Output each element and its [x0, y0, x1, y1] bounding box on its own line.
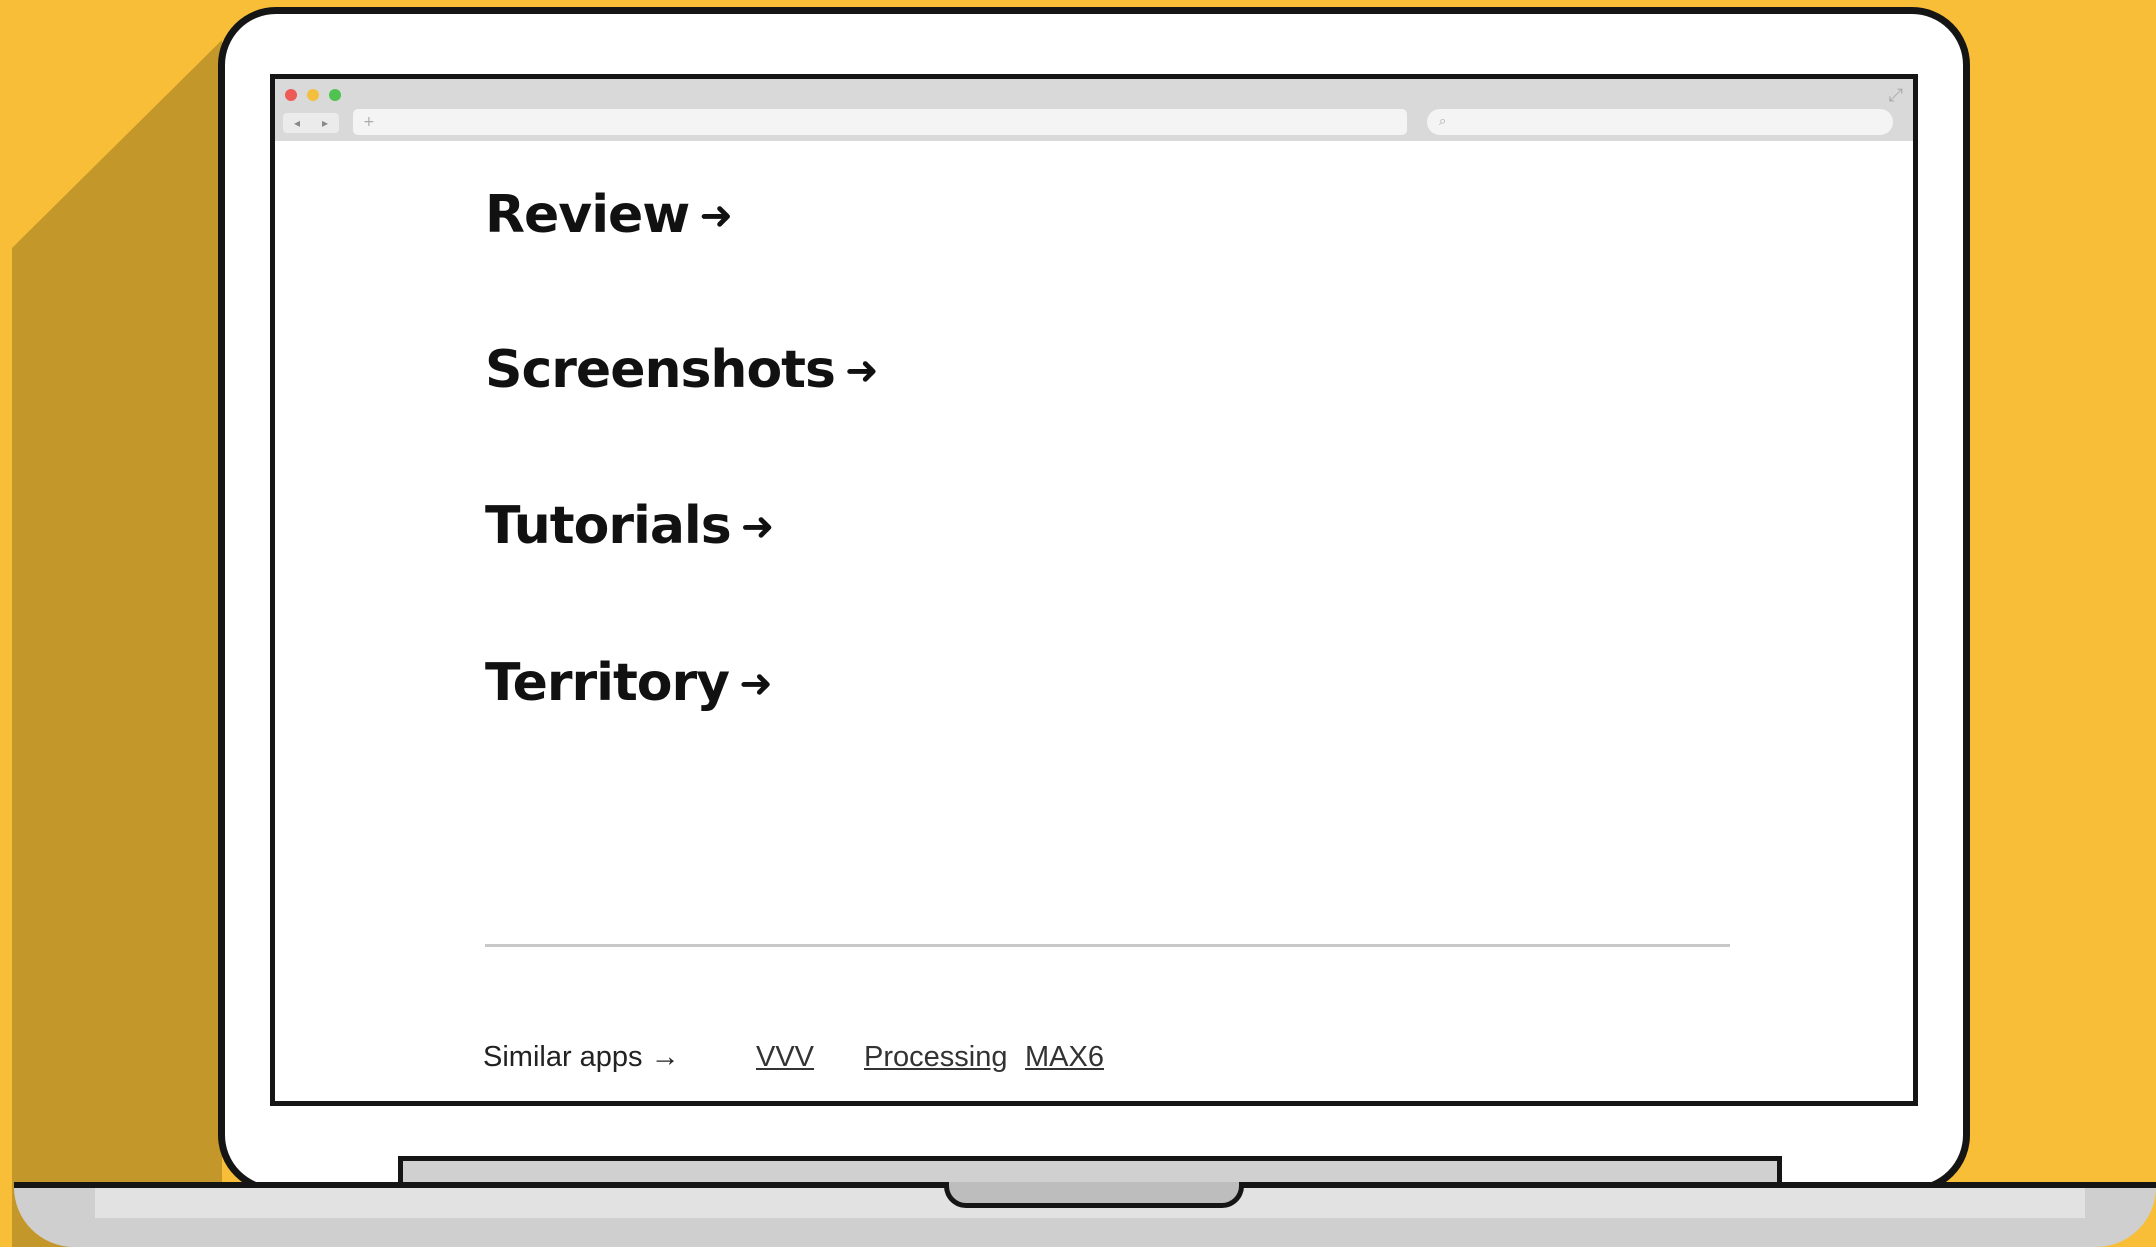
address-bar[interactable]: +	[353, 109, 1407, 135]
nav-arrows: ◂ ▸	[283, 113, 339, 133]
territory-link[interactable]: Territory ➜	[485, 653, 773, 713]
browser-toolbar: ◂ ▸ + ⌕ ⤢	[275, 79, 1913, 141]
tutorials-link-label: Tutorials	[485, 496, 732, 556]
review-link[interactable]: Review ➜	[485, 185, 733, 245]
forward-arrow-icon[interactable]: ▸	[322, 113, 328, 133]
right-arrow-icon: ➜	[844, 348, 879, 394]
right-arrow-icon: ➜	[740, 504, 775, 550]
minimize-window-dot-icon[interactable]	[307, 89, 319, 101]
tutorials-link[interactable]: Tutorials ➜	[485, 496, 775, 556]
review-link-label: Review	[485, 185, 690, 245]
similar-app-link-processing[interactable]: Processing	[864, 1041, 1007, 1074]
laptop-notch	[944, 1182, 1244, 1208]
page-content: Review ➜ Screenshots ➜ Tutorials ➜ Territor…	[275, 141, 1913, 1101]
close-window-dot-icon[interactable]	[285, 89, 297, 101]
fullscreen-expand-icon[interactable]: ⤢	[1889, 85, 1903, 106]
laptop-hinge	[398, 1156, 1782, 1184]
back-arrow-icon[interactable]: ◂	[294, 113, 300, 133]
similar-app-link-max6[interactable]: MAX6	[1025, 1041, 1104, 1074]
right-arrow-icon: ➜	[739, 661, 773, 707]
browser-window: ◂ ▸ + ⌕ ⤢ Review ➜ Screenshots ➜ Tutorials…	[270, 74, 1918, 1106]
right-arrow-icon: ➜	[699, 193, 733, 239]
similar-apps-label: Similar apps →	[483, 1041, 680, 1073]
browser-search-field[interactable]: ⌕	[1427, 109, 1893, 135]
divider	[485, 944, 1730, 947]
maximize-window-dot-icon[interactable]	[329, 89, 341, 101]
similar-app-link-vvv[interactable]: VVV	[756, 1041, 814, 1074]
screenshots-link-label: Screenshots	[485, 340, 836, 400]
similar-apps-row: Similar apps → VVV Processing MAX6	[483, 1041, 1483, 1081]
screenshots-link[interactable]: Screenshots ➜	[485, 340, 878, 400]
territory-link-label: Territory	[485, 653, 730, 713]
